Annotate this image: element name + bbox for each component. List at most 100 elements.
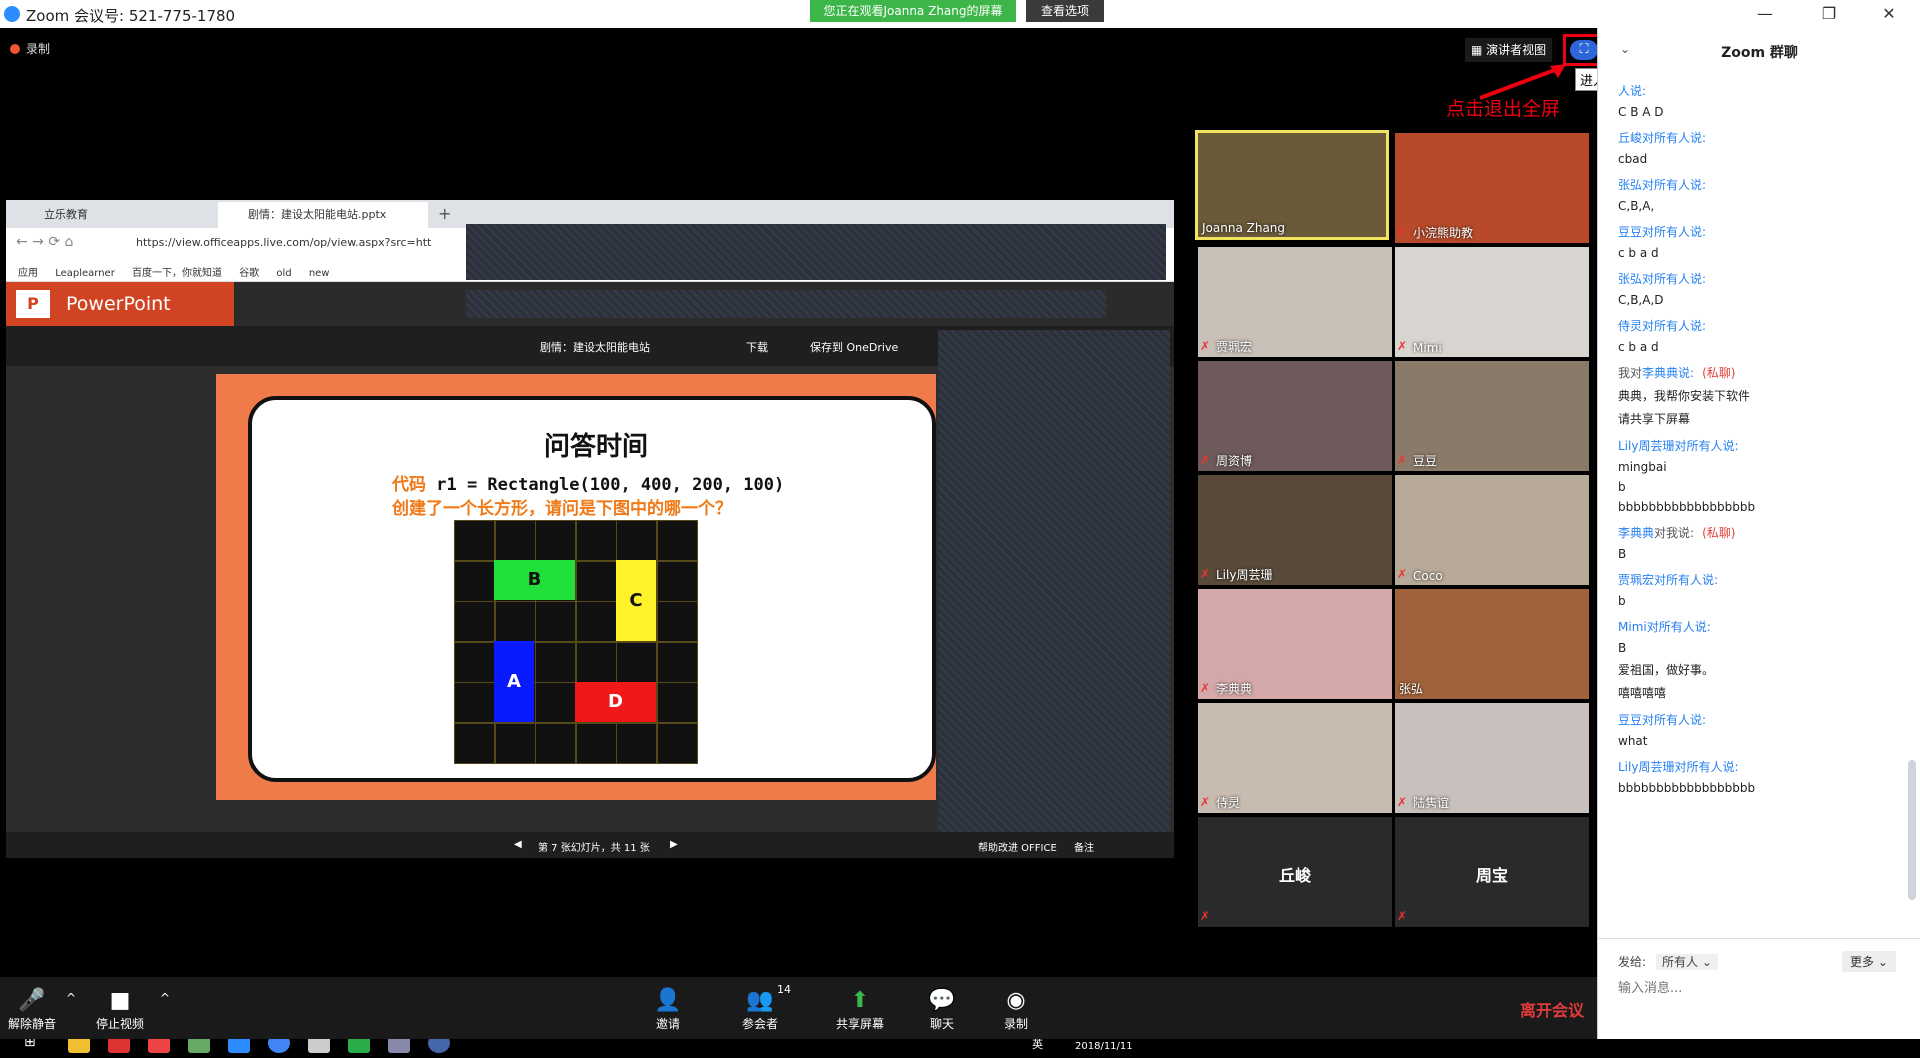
share-screen-icon: ⬆ <box>850 988 870 1013</box>
recipient: 李典典说: <box>1642 366 1695 380</box>
view-options-button[interactable]: 查看选项 <box>1026 0 1104 22</box>
msg-sender: 我对李典典说: (私聊) <box>1618 364 1908 381</box>
grid-cell <box>575 560 617 602</box>
participant-tile[interactable]: ✗ 小浣熊助教 <box>1395 133 1589 243</box>
muted-mic-icon: ✗ <box>1397 453 1408 467</box>
bookmark-apps[interactable]: 应用 <box>18 268 38 279</box>
msg-text: b <box>1618 594 1626 608</box>
chat-message: 丘峻对所有人说: cbad <box>1618 129 1908 166</box>
stop-video-button[interactable]: ■ 停止视频 <box>80 987 160 1032</box>
next-slide-icon[interactable]: ▶ <box>670 839 678 850</box>
participant-count: 14 <box>777 983 791 996</box>
msg-sender: 豆豆对所有人说: <box>1618 223 1908 240</box>
grid-cell <box>657 723 698 764</box>
participant-tile[interactable]: ✗ 侍灵 <box>1198 703 1392 813</box>
chat-footer: 发给: 所有人 ⌄ 更多 ⌄ <box>1598 938 1920 1039</box>
url-field[interactable]: https://view.officeapps.live.com/op/view… <box>136 236 431 249</box>
grid-cell <box>494 520 536 561</box>
chat-title: Zoom 群聊 <box>1721 45 1798 61</box>
notes-button[interactable]: 备注 <box>1074 839 1094 854</box>
msg-text: C B A D <box>1618 105 1664 119</box>
participant-tile[interactable]: Joanna Zhang <box>1195 130 1389 240</box>
minimize-button[interactable]: — <box>1742 0 1788 28</box>
rect-b: B <box>494 560 575 600</box>
bookmark-leaplearner[interactable]: Leaplearner <box>55 268 115 279</box>
grid-icon: ▦ <box>1471 43 1487 57</box>
grid-cell <box>616 723 658 764</box>
grid-cell <box>616 641 658 683</box>
grid-cell <box>575 520 617 561</box>
sender-name: 豆豆 <box>1618 225 1643 239</box>
tab-lile[interactable]: 立乐教育 <box>14 202 214 228</box>
msg-text: c b a d <box>1618 340 1659 354</box>
participant-tile[interactable]: 丘峻 ✗ <box>1198 817 1392 927</box>
muted-mic-icon: ✗ <box>1200 567 1211 581</box>
recipient: 对所有人说: <box>1642 178 1707 192</box>
chat-input[interactable] <box>1618 981 1898 996</box>
nav-arrows-icon[interactable]: ← → ⟳ ⌂ <box>16 234 73 250</box>
participant-tile[interactable]: ✗ Coco <box>1395 475 1589 585</box>
prev-slide-icon[interactable]: ◀ <box>514 839 522 850</box>
chat-message: 我对李典典说: (私聊) 典典，我帮你安装下软件 请共享下屏幕 <box>1618 364 1908 427</box>
chat-message: Mimi对所有人说: B 爱祖国，做好事。 嘻嘻嘻嘻 <box>1618 618 1908 701</box>
participant-tile[interactable]: ✗ 豆豆 <box>1395 361 1589 471</box>
video-options-icon[interactable]: ^ <box>160 991 170 1005</box>
record-icon: ◉ <box>1006 988 1026 1013</box>
coordinate-grid: B C A D <box>454 520 698 764</box>
participant-name: 贾珮宏 <box>1216 340 1253 354</box>
msg-sender: 人说: <box>1618 82 1908 99</box>
bookmark-google[interactable]: 谷歌 <box>239 268 259 279</box>
help-improve-link[interactable]: 帮助改进 OFFICE <box>978 839 1057 854</box>
participant-tile[interactable]: 周宝 ✗ <box>1395 817 1589 927</box>
participant-tile[interactable]: ✗ 贾珮宏 <box>1198 247 1392 357</box>
send-to-label: 发给: <box>1618 955 1647 969</box>
chat-message: 李典典对我说: (私聊) B <box>1618 524 1908 561</box>
restore-button[interactable]: ❐ <box>1806 0 1852 28</box>
msg-sender: 侍灵对所有人说: <box>1618 317 1908 334</box>
chat-button[interactable]: 💬 聊天 <box>902 987 982 1032</box>
private-badge: (私聊) <box>1702 366 1736 380</box>
participant-tile[interactable]: ✗ 陆隽谊 <box>1395 703 1589 813</box>
bookmark-baidu[interactable]: 百度一下，你就知道 <box>132 268 222 279</box>
unmute-button[interactable]: 🎤 解除静音 <box>0 987 72 1032</box>
grid-cell <box>535 682 577 724</box>
msg-text: 请共享下屏幕 <box>1618 412 1691 426</box>
sender-name: 豆豆 <box>1618 713 1643 727</box>
participant-tile[interactable]: ✗ Mimi <box>1395 247 1589 357</box>
invite-button[interactable]: 👤 邀请 <box>628 987 708 1032</box>
participant-tile[interactable]: ✗ 李典典 <box>1198 589 1392 699</box>
msg-sender: 李典典对我说: (私聊) <box>1618 524 1908 541</box>
recipient: 对我说: <box>1654 526 1695 540</box>
participant-tile[interactable]: ✗ 周资博 <box>1198 361 1392 471</box>
chat-message: 人说: C B A D <box>1618 82 1908 119</box>
bookmark-old[interactable]: old <box>276 268 291 279</box>
msg-text: b <box>1618 480 1626 494</box>
muted-mic-icon: ✗ <box>1200 453 1211 467</box>
msg-sender: Lily周芸珊对所有人说: <box>1618 758 1908 775</box>
annotation-arrow-icon <box>1480 64 1566 100</box>
record-button[interactable]: ◉ 录制 <box>976 987 1056 1032</box>
participant-tile[interactable]: ✗ Lily周芸珊 <box>1198 475 1392 585</box>
recipient-select[interactable]: 所有人 ⌄ <box>1656 954 1718 970</box>
grid-cell <box>454 723 495 764</box>
msg-sender: Mimi对所有人说: <box>1618 618 1908 635</box>
unmute-label: 解除静音 <box>7 1017 56 1031</box>
chat-scrollbar[interactable] <box>1908 760 1916 900</box>
tab-ppt[interactable]: 剧情：建设太阳能电站.pptx <box>218 202 428 228</box>
new-tab-icon[interactable]: + <box>438 204 451 223</box>
participant-name: 陆隽谊 <box>1413 796 1450 810</box>
muted-mic-icon: ✗ <box>1397 567 1408 581</box>
audio-options-icon[interactable]: ^ <box>66 991 76 1005</box>
speaker-view-label: 演讲者视图 <box>1486 43 1547 57</box>
participant-tile[interactable]: 张弘 <box>1395 589 1589 699</box>
more-button[interactable]: 更多 ⌄ <box>1842 951 1896 972</box>
grid-cell <box>454 560 495 602</box>
share-screen-button[interactable]: ⬆ 共享屏幕 <box>820 987 900 1032</box>
grid-cell <box>657 682 698 724</box>
speaker-view-button[interactable]: ▦ 演讲者视图 <box>1465 38 1553 62</box>
muted-mic-icon: ✗ <box>1200 339 1211 353</box>
msg-text: C,B,A, <box>1618 199 1655 213</box>
bookmark-new[interactable]: new <box>309 268 330 279</box>
leave-meeting-button[interactable]: 离开会议 <box>1520 997 1584 1021</box>
close-button[interactable]: ✕ <box>1866 0 1912 28</box>
